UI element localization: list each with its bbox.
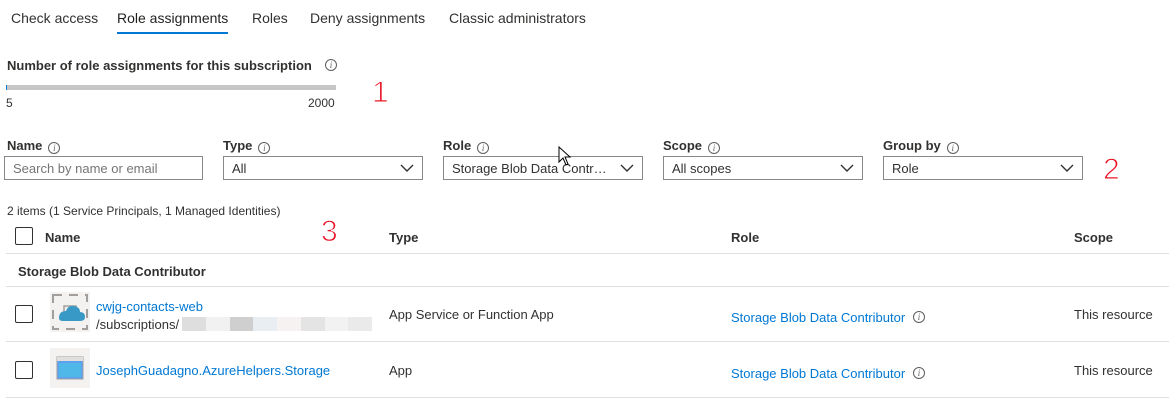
divider bbox=[6, 253, 1169, 254]
principal-subscription-path: /subscriptions/ bbox=[96, 317, 180, 332]
info-icon[interactable]: i bbox=[325, 59, 337, 71]
scope-value: This resource bbox=[1074, 307, 1153, 322]
column-header-scope[interactable]: Scope bbox=[1074, 230, 1113, 245]
progress-current-value: 5 bbox=[6, 96, 13, 110]
type-dropdown[interactable]: All bbox=[223, 156, 423, 180]
info-icon[interactable]: i bbox=[48, 142, 61, 154]
app-registration-icon bbox=[50, 348, 90, 388]
column-header-type[interactable]: Type bbox=[389, 230, 418, 245]
column-header-name[interactable]: Name bbox=[45, 230, 80, 245]
group-header: Storage Blob Data Contributor bbox=[18, 264, 206, 279]
tab-deny-assignments[interactable]: Deny assignments bbox=[310, 10, 425, 26]
info-icon[interactable]: i bbox=[708, 142, 721, 154]
redacted-subscription-id bbox=[182, 317, 372, 331]
scope-value: This resource bbox=[1074, 363, 1153, 378]
search-input[interactable] bbox=[4, 156, 203, 180]
active-tab-indicator bbox=[117, 32, 228, 34]
filter-type-label: Type i bbox=[223, 138, 271, 154]
info-icon[interactable]: i bbox=[946, 142, 959, 154]
row-checkbox[interactable] bbox=[15, 361, 33, 379]
role-link[interactable]: Storage Blob Data Contributor bbox=[731, 310, 905, 325]
callout-number-3: 3 bbox=[321, 215, 339, 249]
mouse-cursor-icon bbox=[558, 146, 572, 166]
callout-number-2: 2 bbox=[1103, 153, 1121, 187]
principal-type: App Service or Function App bbox=[389, 307, 554, 322]
tab-check-access[interactable]: Check access bbox=[11, 10, 98, 26]
chevron-down-icon bbox=[840, 164, 854, 172]
principal-name-link[interactable]: cwjg-contacts-web bbox=[96, 299, 203, 314]
role-assignment-count-title: Number of role assignments for this subs… bbox=[7, 58, 312, 73]
app-service-icon bbox=[50, 292, 90, 332]
column-header-role[interactable]: Role bbox=[731, 230, 759, 245]
divider bbox=[6, 341, 1169, 342]
group-by-dropdown[interactable]: Role bbox=[883, 156, 1083, 180]
info-icon[interactable]: i bbox=[258, 142, 271, 154]
filter-group-by-label: Group by i bbox=[883, 138, 959, 154]
filter-scope-label: Scope i bbox=[663, 138, 721, 154]
filter-role-label: Role i bbox=[443, 138, 490, 154]
select-all-checkbox[interactable] bbox=[15, 227, 33, 245]
principal-type: App bbox=[389, 363, 413, 378]
progress-max-value: 2000 bbox=[308, 96, 335, 110]
info-icon[interactable]: i bbox=[913, 367, 925, 379]
divider bbox=[6, 397, 1169, 398]
principal-name-link[interactable]: JosephGuadagno.AzureHelpers.Storage bbox=[96, 363, 330, 378]
info-icon[interactable]: i bbox=[913, 311, 925, 323]
items-summary: 2 items (1 Service Principals, 1 Managed… bbox=[7, 204, 281, 218]
role-dropdown[interactable]: Storage Blob Data Contributor bbox=[443, 156, 643, 180]
callout-number-1: 1 bbox=[372, 76, 390, 110]
chevron-down-icon bbox=[620, 164, 634, 172]
filter-name-label: Name i bbox=[7, 138, 61, 154]
role-assignment-progress-bar bbox=[6, 85, 336, 90]
chevron-down-icon bbox=[400, 164, 414, 172]
role-assignment-progress-fill bbox=[6, 85, 7, 90]
tab-role-assignments[interactable]: Role assignments bbox=[117, 10, 228, 26]
role-link[interactable]: Storage Blob Data Contributor bbox=[731, 366, 905, 381]
info-icon[interactable]: i bbox=[477, 142, 490, 154]
chevron-down-icon bbox=[1060, 164, 1074, 172]
tab-roles[interactable]: Roles bbox=[252, 10, 288, 26]
scope-dropdown[interactable]: All scopes bbox=[663, 156, 863, 180]
divider bbox=[6, 286, 1169, 287]
tab-classic-administrators[interactable]: Classic administrators bbox=[449, 10, 586, 26]
row-checkbox[interactable] bbox=[15, 305, 33, 323]
